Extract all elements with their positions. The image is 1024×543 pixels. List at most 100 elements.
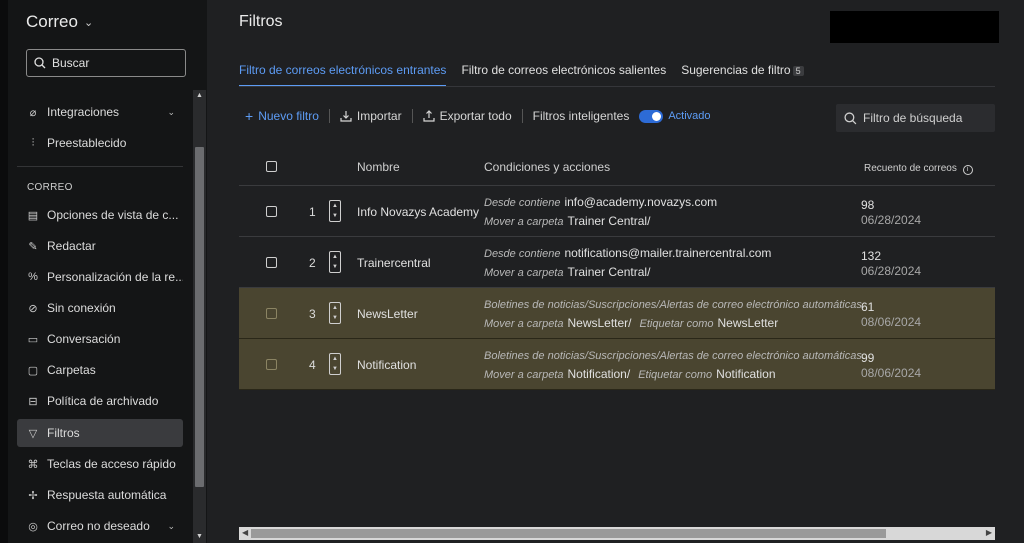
scroll-left-arrow-icon[interactable]: ◀	[242, 528, 248, 537]
plug-icon: ⌀	[29, 106, 37, 119]
sidebar-item-politica-archivado[interactable]: ⊟ Política de archivado	[17, 387, 183, 415]
export-all-label: Exportar todo	[439, 109, 512, 123]
condition-label: Desde contiene	[484, 248, 561, 260]
scroll-down-arrow-icon[interactable]: ▼	[196, 533, 203, 540]
app-switcher[interactable]: Correo ⌄	[26, 12, 93, 32]
filter-condition: Desde contiene notifications@mailer.train…	[484, 246, 771, 260]
import-label: Importar	[356, 109, 402, 123]
filter-name: Notification	[357, 358, 417, 372]
filter-date: 08/06/2024	[861, 366, 922, 380]
drag-handle-icon[interactable]: ▲ ▼	[329, 353, 341, 375]
table-row[interactable]: 1 ▲ ▼ Info Novazys Academy Desde contiene…	[239, 186, 995, 237]
sidebar-item-personalizacion[interactable]: % Personalización de la re...	[17, 263, 183, 291]
sidebar-item-conversacion[interactable]: ▭ Conversación	[17, 325, 183, 353]
toolbar-divider	[521, 109, 523, 123]
action-value: Notification/	[567, 367, 631, 381]
tab-incoming-filters[interactable]: Filtro de correos electrónicos entrantes	[239, 63, 447, 87]
scroll-right-arrow-icon[interactable]: ▶	[986, 528, 992, 537]
sidebar-item-label: Sin conexión	[47, 301, 116, 315]
column-header-name: Nombre	[357, 160, 400, 174]
row-number: 1	[309, 205, 316, 219]
table-header: Nombre Condiciones y acciones Recuento d…	[239, 149, 995, 186]
sidebar-item-redactar[interactable]: ✎ Redactar	[17, 232, 183, 260]
auto-reply-icon: ✢	[28, 489, 38, 502]
offline-icon: ⊘	[28, 302, 38, 315]
row-checkbox[interactable]	[266, 257, 277, 268]
select-all-checkbox[interactable]	[266, 161, 277, 172]
sidebar-item-label: Carpetas	[47, 363, 96, 377]
row-checkbox[interactable]	[266, 359, 277, 370]
new-filter-label: Nuevo filtro	[258, 109, 319, 123]
table-horizontal-scrollbar[interactable]: ◀ ▶	[239, 527, 995, 540]
import-button[interactable]: Importar	[340, 109, 402, 123]
filter-name: Info Novazys Academy	[357, 205, 480, 219]
tag-value: Notification	[716, 367, 776, 381]
chat-icon: ▭	[27, 333, 39, 346]
filter-date: 06/28/2024	[861, 213, 922, 227]
row-number: 4	[309, 358, 316, 372]
column-header-conditions: Condiciones y acciones	[484, 160, 611, 174]
row-checkbox[interactable]	[266, 308, 277, 319]
filter-search-input[interactable]: Filtro de búsqueda	[836, 104, 995, 132]
sidebar-search-input[interactable]: Buscar	[26, 49, 186, 77]
sidebar-item-teclas-acceso[interactable]: ⌘ Teclas de acceso rápido	[17, 450, 183, 478]
scroll-up-arrow-icon[interactable]: ▲	[196, 92, 203, 99]
action-label: Mover a carpeta	[484, 369, 564, 381]
chevron-down-icon: ⌄	[167, 520, 175, 531]
app-title: Correo	[26, 12, 78, 31]
table-row[interactable]: 4 ▲ ▼ Notification Boletines de noticias/…	[239, 339, 995, 390]
sidebar-item-sin-conexion[interactable]: ⊘ Sin conexión	[17, 294, 183, 322]
drag-handle-icon[interactable]: ▲ ▼	[329, 200, 341, 222]
page-title: Filtros	[239, 13, 283, 30]
tab-outgoing-filters[interactable]: Filtro de correos electrónicos salientes	[461, 63, 666, 87]
filter-name: Trainercentral	[357, 256, 431, 270]
sidebar-item-respuesta-automatica[interactable]: ✢ Respuesta automática	[17, 481, 183, 509]
sidebar-item-label: Personalización de la re...	[47, 270, 183, 284]
row-checkbox[interactable]	[266, 206, 277, 217]
filters-panel: Filtros Filtro de correos electrónicos e…	[207, 0, 1024, 543]
sidebar-divider	[17, 166, 183, 167]
filter-condition: Boletines de noticias/Suscripciones/Aler…	[484, 297, 869, 311]
toolbar-divider	[411, 109, 413, 123]
percent-icon: %	[28, 271, 38, 283]
sidebar-item-label: Correo no deseado	[47, 519, 150, 533]
tab-filter-suggestions[interactable]: Sugerencias de filtro 5	[681, 63, 804, 87]
info-icon[interactable]: i	[962, 165, 973, 175]
sidebar-item-filtros[interactable]: ▽ Filtros	[17, 419, 183, 447]
table-row[interactable]: 3 ▲ ▼ NewsLetter Boletines de noticias/Su…	[239, 288, 995, 339]
sidebar-item-label: Filtros	[47, 426, 80, 440]
sliders-icon: ⫶	[31, 136, 35, 149]
sidebar-item-label: Respuesta automática	[47, 488, 167, 502]
drag-handle-icon[interactable]: ▲ ▼	[329, 251, 341, 273]
horizontal-scrollbar-thumb[interactable]	[251, 529, 886, 538]
mail-count: 99	[861, 351, 875, 365]
new-filter-button[interactable]: + Nuevo filtro	[245, 108, 319, 124]
tab-label: Sugerencias de filtro	[681, 63, 791, 77]
filters-toolbar: + Nuevo filtro Importar Exportar todo Fi…	[245, 108, 711, 124]
toolbar-divider	[328, 109, 330, 123]
drag-handle-icon[interactable]: ▲ ▼	[329, 302, 341, 324]
smart-filters-toggle[interactable]	[639, 109, 664, 123]
sidebar-item-carpetas[interactable]: ▢ Carpetas	[17, 356, 183, 384]
condition-value: notifications@mailer.trainercentral.com	[564, 246, 772, 260]
sidebar-item-preestablecido[interactable]: ⫶ Preestablecido	[17, 129, 183, 157]
tab-label: Filtro de correos electrónicos entrantes	[239, 63, 447, 77]
sidebar-item-label: Teclas de acceso rápido	[47, 457, 176, 471]
sidebar-scrollbar-thumb[interactable]	[195, 147, 204, 487]
table-row[interactable]: 2 ▲ ▼ Trainercentral Desde contiene notifi…	[239, 237, 995, 288]
redacted-area	[830, 11, 999, 43]
sidebar-item-correo-no-deseado[interactable]: ◎ Correo no deseado ⌄	[17, 512, 183, 540]
sidebar-scrollbar[interactable]: ▲ ▼	[193, 90, 206, 543]
action-value: Trainer Central/	[567, 214, 651, 228]
sidebar-item-integraciones[interactable]: ⌀ Integraciones ⌄	[17, 98, 183, 126]
chevron-down-icon: ⌄	[167, 106, 175, 117]
sidebar-item-label: Redactar	[47, 239, 96, 253]
filter-icon: ▽	[28, 427, 38, 440]
condition-label: Desde contiene	[484, 197, 561, 209]
export-all-button[interactable]: Exportar todo	[422, 109, 512, 123]
filter-condition: Boletines de noticias/Suscripciones/Aler…	[484, 348, 869, 362]
mail-count: 61	[861, 300, 875, 314]
condition-label: Boletines de noticias/Suscripciones/Aler…	[484, 350, 865, 362]
sidebar-item-opciones-vista[interactable]: ▤ Opciones de vista de c...	[17, 201, 183, 229]
filter-date: 06/28/2024	[861, 264, 922, 278]
